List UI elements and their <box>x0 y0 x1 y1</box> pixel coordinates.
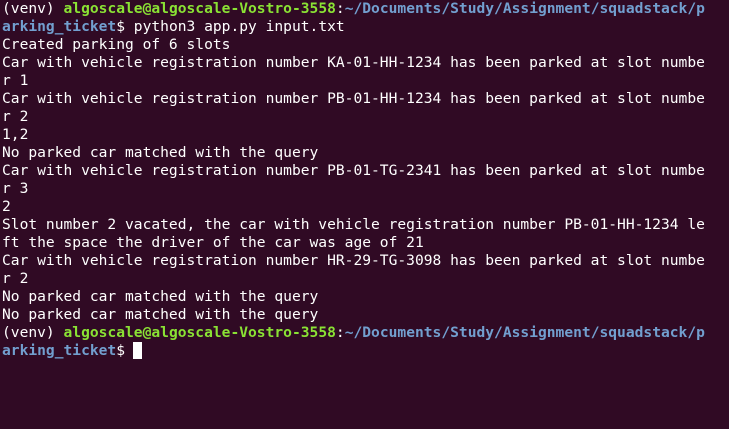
output-line: 2 <box>2 198 11 215</box>
output-line: Car with vehicle registration number KA-… <box>2 54 705 71</box>
prompt-line-continued: arking_ticket$ python3 app.py input.txt <box>2 18 729 36</box>
prompt-colon: : <box>335 0 345 17</box>
executed-command: $ python3 app.py input.txt <box>116 18 345 35</box>
venv-indicator: (venv) <box>2 0 64 17</box>
output-line: No parked car matched with the query <box>2 288 319 305</box>
output-line: ft the space the driver of the car was a… <box>2 234 424 251</box>
output-line: r 2 <box>2 270 29 287</box>
terminal-window[interactable]: (venv) algoscale@algoscale-Vostro-3558:~… <box>0 0 729 429</box>
output-line: r 3 <box>2 180 29 197</box>
working-directory: ~/Documents/Study/Assignment/squadstack/… <box>344 0 705 17</box>
output-line: 1,2 <box>2 126 29 143</box>
output-line: Car with vehicle registration number PB-… <box>2 90 705 107</box>
text-cursor[interactable] <box>133 342 143 359</box>
prompt-line: (venv) algoscale@algoscale-Vostro-3558:~… <box>2 0 729 18</box>
output-line: r 2 <box>2 108 29 125</box>
output-line: No parked car matched with the query <box>2 306 319 323</box>
user-host: algoscale@algoscale-Vostro-3558 <box>63 0 336 17</box>
prompt-line-active[interactable]: arking_ticket$ <box>2 342 729 360</box>
working-directory-continued: arking_ticket <box>2 18 117 35</box>
prompt-symbol: $ <box>116 342 126 359</box>
output-line: r 1 <box>2 72 29 89</box>
prompt-line: (venv) algoscale@algoscale-Vostro-3558:~… <box>2 324 729 342</box>
output-line: No parked car matched with the query <box>2 144 319 161</box>
prompt-colon: : <box>335 324 345 341</box>
user-host: algoscale@algoscale-Vostro-3558 <box>63 324 336 341</box>
output-line: Created parking of 6 slots <box>2 36 231 53</box>
output-line: Car with vehicle registration number HR-… <box>2 252 705 269</box>
working-directory: ~/Documents/Study/Assignment/squadstack/… <box>344 324 705 341</box>
venv-indicator: (venv) <box>2 324 64 341</box>
working-directory-continued: arking_ticket <box>2 342 117 359</box>
output-line: Car with vehicle registration number PB-… <box>2 162 705 179</box>
output-line: Slot number 2 vacated, the car with vehi… <box>2 216 705 233</box>
